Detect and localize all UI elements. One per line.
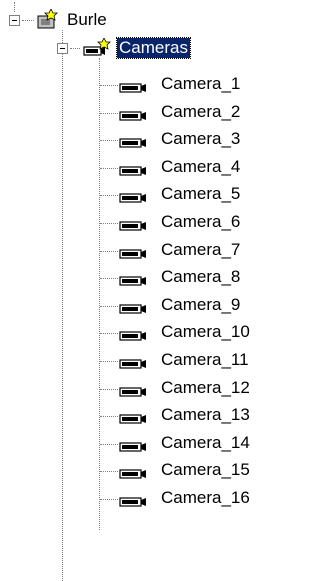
root-children-line	[62, 30, 63, 581]
camera-item-label[interactable]: Camera_7	[161, 240, 240, 260]
camera-connector-line	[100, 113, 118, 114]
camera-icon	[119, 410, 151, 430]
camera-item-label[interactable]: Camera_1	[161, 74, 240, 94]
cameras-collapse-toggle[interactable]	[57, 43, 68, 54]
camera-connector-line	[100, 306, 118, 307]
camera-connector-line	[100, 85, 118, 86]
camera-item-label[interactable]: Camera_16	[161, 488, 250, 508]
root-collapse-toggle[interactable]	[9, 15, 20, 26]
camera-item-label[interactable]: Camera_2	[161, 102, 240, 122]
camera-connector-line	[100, 444, 118, 445]
camera-connector-line	[100, 499, 118, 500]
site-icon	[35, 8, 61, 36]
camera-connector-line	[100, 471, 118, 472]
camera-item-label[interactable]: Camera_10	[161, 322, 250, 342]
camera-connector-line	[100, 389, 118, 390]
camera-connector-line	[100, 140, 118, 141]
camera-connector-line	[100, 168, 118, 169]
camera-item-label[interactable]: Camera_14	[161, 433, 250, 453]
camera-icon	[119, 355, 151, 375]
camera-icon	[119, 300, 151, 320]
group-hline	[70, 48, 80, 49]
camera-icon	[119, 465, 151, 485]
group-children-line	[99, 58, 100, 530]
camera-connector-line	[100, 251, 118, 252]
camera-icon	[119, 493, 151, 513]
root-hline	[22, 20, 34, 21]
root-connector-line	[14, 2, 15, 12]
camera-item-label[interactable]: Camera_9	[161, 295, 240, 315]
camera-item-label[interactable]: Camera_8	[161, 267, 240, 287]
camera-connector-line	[100, 195, 118, 196]
device-tree: Burle Cameras Camera_1 Camera_2 Camera_3 Ca…	[0, 0, 269, 581]
camera-item-label[interactable]: Camera_12	[161, 378, 250, 398]
camera-icon	[119, 438, 151, 458]
camera-icon	[119, 383, 151, 403]
camera-item-label[interactable]: Camera_15	[161, 460, 250, 480]
camera-connector-line	[100, 278, 118, 279]
cameras-group-label[interactable]: Cameras	[116, 37, 191, 59]
camera-connector-line	[100, 416, 118, 417]
root-node-label[interactable]: Burle	[67, 10, 107, 30]
camera-item-label[interactable]: Camera_3	[161, 129, 240, 149]
camera-item-label[interactable]: Camera_13	[161, 405, 250, 425]
camera-connector-line	[100, 333, 118, 334]
camera-item-label[interactable]: Camera_5	[161, 184, 240, 204]
camera-group-icon	[82, 37, 112, 65]
camera-icon	[119, 327, 151, 347]
camera-item-label[interactable]: Camera_4	[161, 157, 240, 177]
camera-connector-line	[100, 361, 118, 362]
camera-item-label[interactable]: Camera_6	[161, 212, 240, 232]
camera-icon	[119, 272, 151, 292]
camera-icon	[119, 189, 151, 209]
camera-icon	[119, 245, 151, 265]
camera-icon	[119, 79, 151, 99]
camera-icon	[119, 217, 151, 237]
camera-item-label[interactable]: Camera_11	[161, 350, 249, 370]
camera-icon	[119, 107, 151, 127]
camera-icon	[119, 134, 151, 154]
camera-connector-line	[100, 223, 118, 224]
camera-icon	[119, 162, 151, 182]
